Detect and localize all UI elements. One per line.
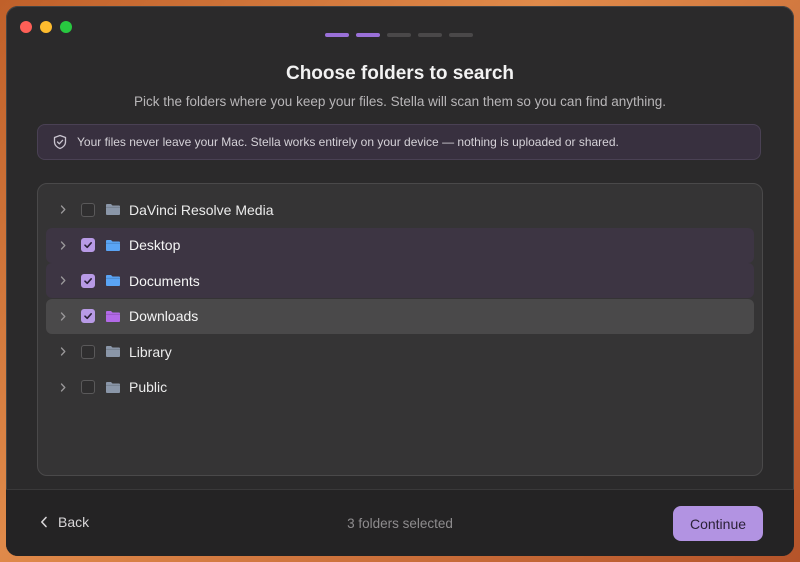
window-controls [20,21,72,33]
folder-icon [105,239,121,252]
folder-row[interactable]: Desktop [46,227,754,263]
folder-name: Library [129,343,172,360]
step-3 [387,33,411,37]
chevron-right-icon[interactable] [57,347,69,356]
folder-list: DaVinci Resolve Media Desktop Documents Dow… [37,183,763,476]
folder-icon [105,345,121,358]
folder-name: Documents [129,272,200,289]
folder-icon [105,203,121,216]
privacy-notice: Your files never leave your Mac. Stella … [37,124,761,160]
onboarding-window: Choose folders to search Pick the folder… [6,6,794,556]
folder-icon [105,274,121,287]
folder-row[interactable]: Downloads [46,298,754,334]
folder-name: Desktop [129,237,181,253]
continue-button[interactable]: Continue [673,506,763,541]
chevron-right-icon[interactable] [57,382,69,392]
folder-checkbox[interactable] [81,202,95,217]
step-1 [325,33,349,37]
chevron-right-icon[interactable] [57,311,69,321]
footer-bar: Back 3 folders selected Continue [6,489,794,556]
chevron-right-icon[interactable] [57,276,69,285]
chevron-right-icon[interactable] [57,205,69,214]
minimize-window-button[interactable] [40,21,52,33]
folder-icon [105,381,121,394]
privacy-notice-text: Your files never leave your Mac. Stella … [77,135,619,149]
step-4 [418,33,442,37]
folder-checkbox[interactable] [81,344,95,359]
folder-row[interactable]: Documents [46,263,754,298]
folder-row[interactable]: Library [46,334,754,369]
folder-checkbox[interactable] [81,309,95,323]
folder-checkbox[interactable] [81,238,95,252]
folder-name: Downloads [129,308,199,324]
step-indicator [325,33,473,37]
folder-row[interactable]: DaVinci Resolve Media [46,192,754,227]
folder-name: DaVinci Resolve Media [129,201,274,218]
folder-name: Public [129,379,168,395]
step-2 [356,33,380,37]
step-5 [449,33,473,37]
page-title: Choose folders to search [285,63,515,84]
folder-row[interactable]: Public [46,370,754,405]
close-window-button[interactable] [20,21,32,33]
folder-checkbox[interactable] [81,380,95,394]
chevron-right-icon[interactable] [57,240,69,250]
folder-checkbox[interactable] [81,273,95,288]
zoom-window-button[interactable] [60,21,72,33]
page-subtitle: Pick the folders where you keep your fil… [133,94,667,109]
shield-check-icon [52,134,68,150]
folder-icon [105,310,121,323]
